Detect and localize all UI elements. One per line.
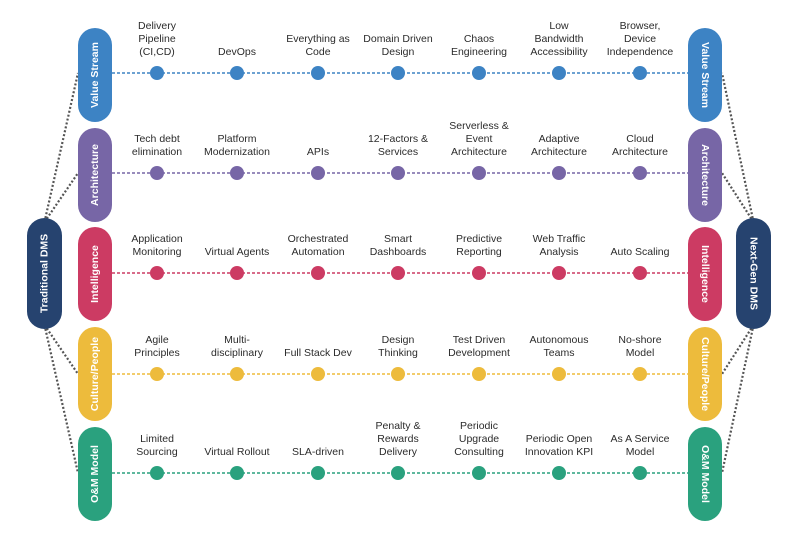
row-node <box>311 66 325 80</box>
row-node <box>150 66 164 80</box>
row-node <box>230 266 244 280</box>
row-pill-label-right: Architecture <box>699 144 711 206</box>
row-node <box>150 466 164 480</box>
row-pill-label-right: O&M Model <box>699 445 711 503</box>
row-node <box>391 466 405 480</box>
row-node <box>391 367 405 381</box>
row-node <box>391 66 405 80</box>
node-label: As A Service Model <box>610 433 670 458</box>
row-node <box>230 367 244 381</box>
row-node <box>472 367 486 381</box>
row-node <box>552 166 566 180</box>
row-pill-label-left: Culture/People <box>89 337 101 411</box>
endpoint-label-left: Traditional DMS <box>39 234 51 313</box>
dms-transformation-diagram: Value Stream Value Stream Architecture Arch… <box>0 0 800 540</box>
row-pill-label-right: Value Stream <box>699 42 711 108</box>
row-node <box>230 466 244 480</box>
row-pill-label-left: O&M Model <box>89 445 101 503</box>
row-node <box>633 266 647 280</box>
row-node <box>311 466 325 480</box>
row-node <box>391 166 405 180</box>
row-node <box>633 66 647 80</box>
row-node <box>311 166 325 180</box>
row-node <box>150 166 164 180</box>
row-node <box>150 266 164 280</box>
node-label: Auto Scaling <box>610 246 670 258</box>
row-node <box>230 166 244 180</box>
row-pill-label-left: Value Stream <box>89 42 101 108</box>
row-node <box>391 266 405 280</box>
endpoint-label-right: Next-Gen DMS <box>748 237 760 310</box>
connector-right-value-stream <box>720 72 755 223</box>
row-node <box>633 367 647 381</box>
row-node <box>552 367 566 381</box>
row-node <box>633 466 647 480</box>
row-node <box>311 367 325 381</box>
node-label: No-shore Model <box>618 334 662 359</box>
connector-right-om-model <box>720 324 755 474</box>
node-label: Browser, Device Independence <box>606 20 674 58</box>
row-node <box>552 466 566 480</box>
row-node <box>633 166 647 180</box>
diagram-canvas: Value Stream Value Stream Architecture Arch… <box>27 28 771 521</box>
connector-left-value-stream <box>43 72 80 223</box>
connector-left-om-model <box>43 324 80 474</box>
row-pill-label-left: Intelligence <box>89 245 101 303</box>
row-node <box>230 66 244 80</box>
row-node <box>150 367 164 381</box>
row-node <box>552 266 566 280</box>
row-node <box>552 66 566 80</box>
row-node <box>472 66 486 80</box>
row-pill-label-right: Culture/People <box>699 337 711 411</box>
row-node <box>472 166 486 180</box>
row-node <box>472 266 486 280</box>
row-pill-label-right: Intelligence <box>699 245 711 303</box>
row-node <box>311 266 325 280</box>
node-label: Cloud Architecture <box>611 133 669 158</box>
row-pill-label-left: Architecture <box>89 144 101 206</box>
row-node <box>472 466 486 480</box>
